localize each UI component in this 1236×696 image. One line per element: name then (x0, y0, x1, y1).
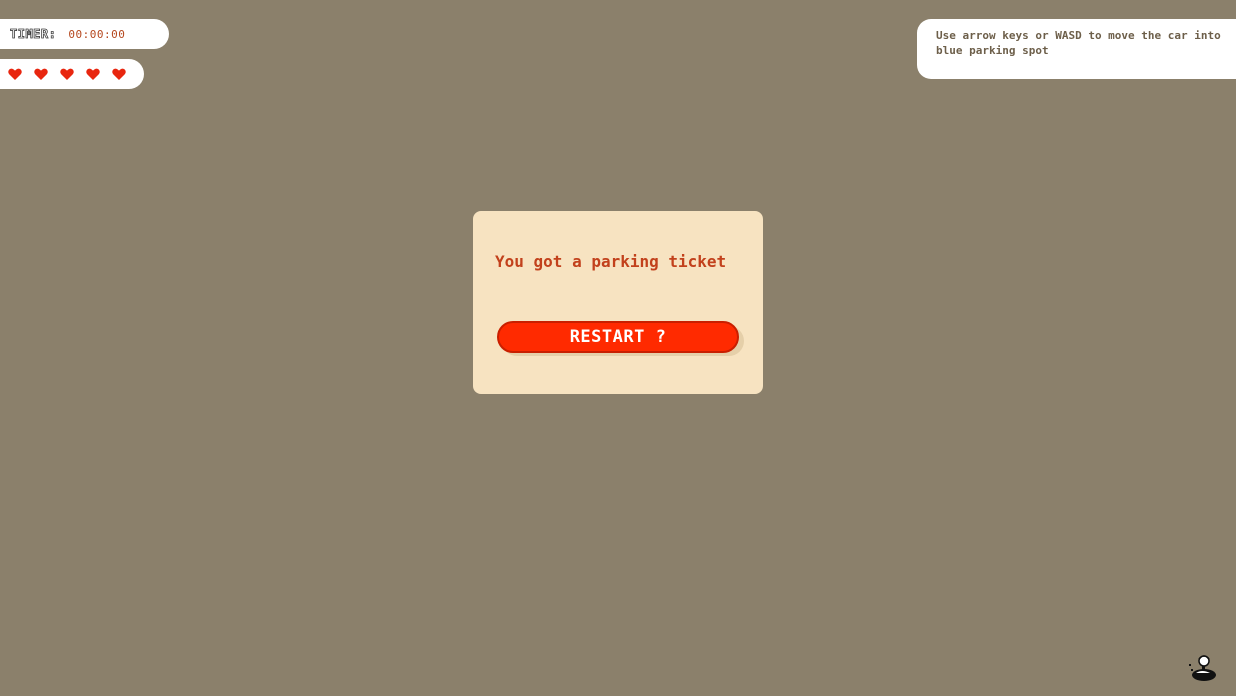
heart-icon (112, 68, 126, 80)
heart-icon (8, 68, 22, 80)
player-avatar-icon (1189, 655, 1216, 681)
timer-panel: TIMER: 00:00:00 (0, 19, 169, 49)
heart-icon (60, 68, 74, 80)
heart-icon (34, 68, 48, 80)
game-over-modal: You got a parking ticket RESTART ? (473, 211, 763, 394)
instructions-panel: Use arrow keys or WASD to move the car i… (917, 19, 1236, 79)
restart-button[interactable]: RESTART ? (497, 321, 739, 353)
lives-panel (0, 59, 144, 89)
modal-message: You got a parking ticket (495, 252, 727, 271)
timer-label: TIMER: (10, 27, 57, 42)
heart-icon (86, 68, 100, 80)
timer-value: 00:00:00 (68, 27, 126, 41)
instructions-text: Use arrow keys or WASD to move the car i… (936, 29, 1221, 57)
